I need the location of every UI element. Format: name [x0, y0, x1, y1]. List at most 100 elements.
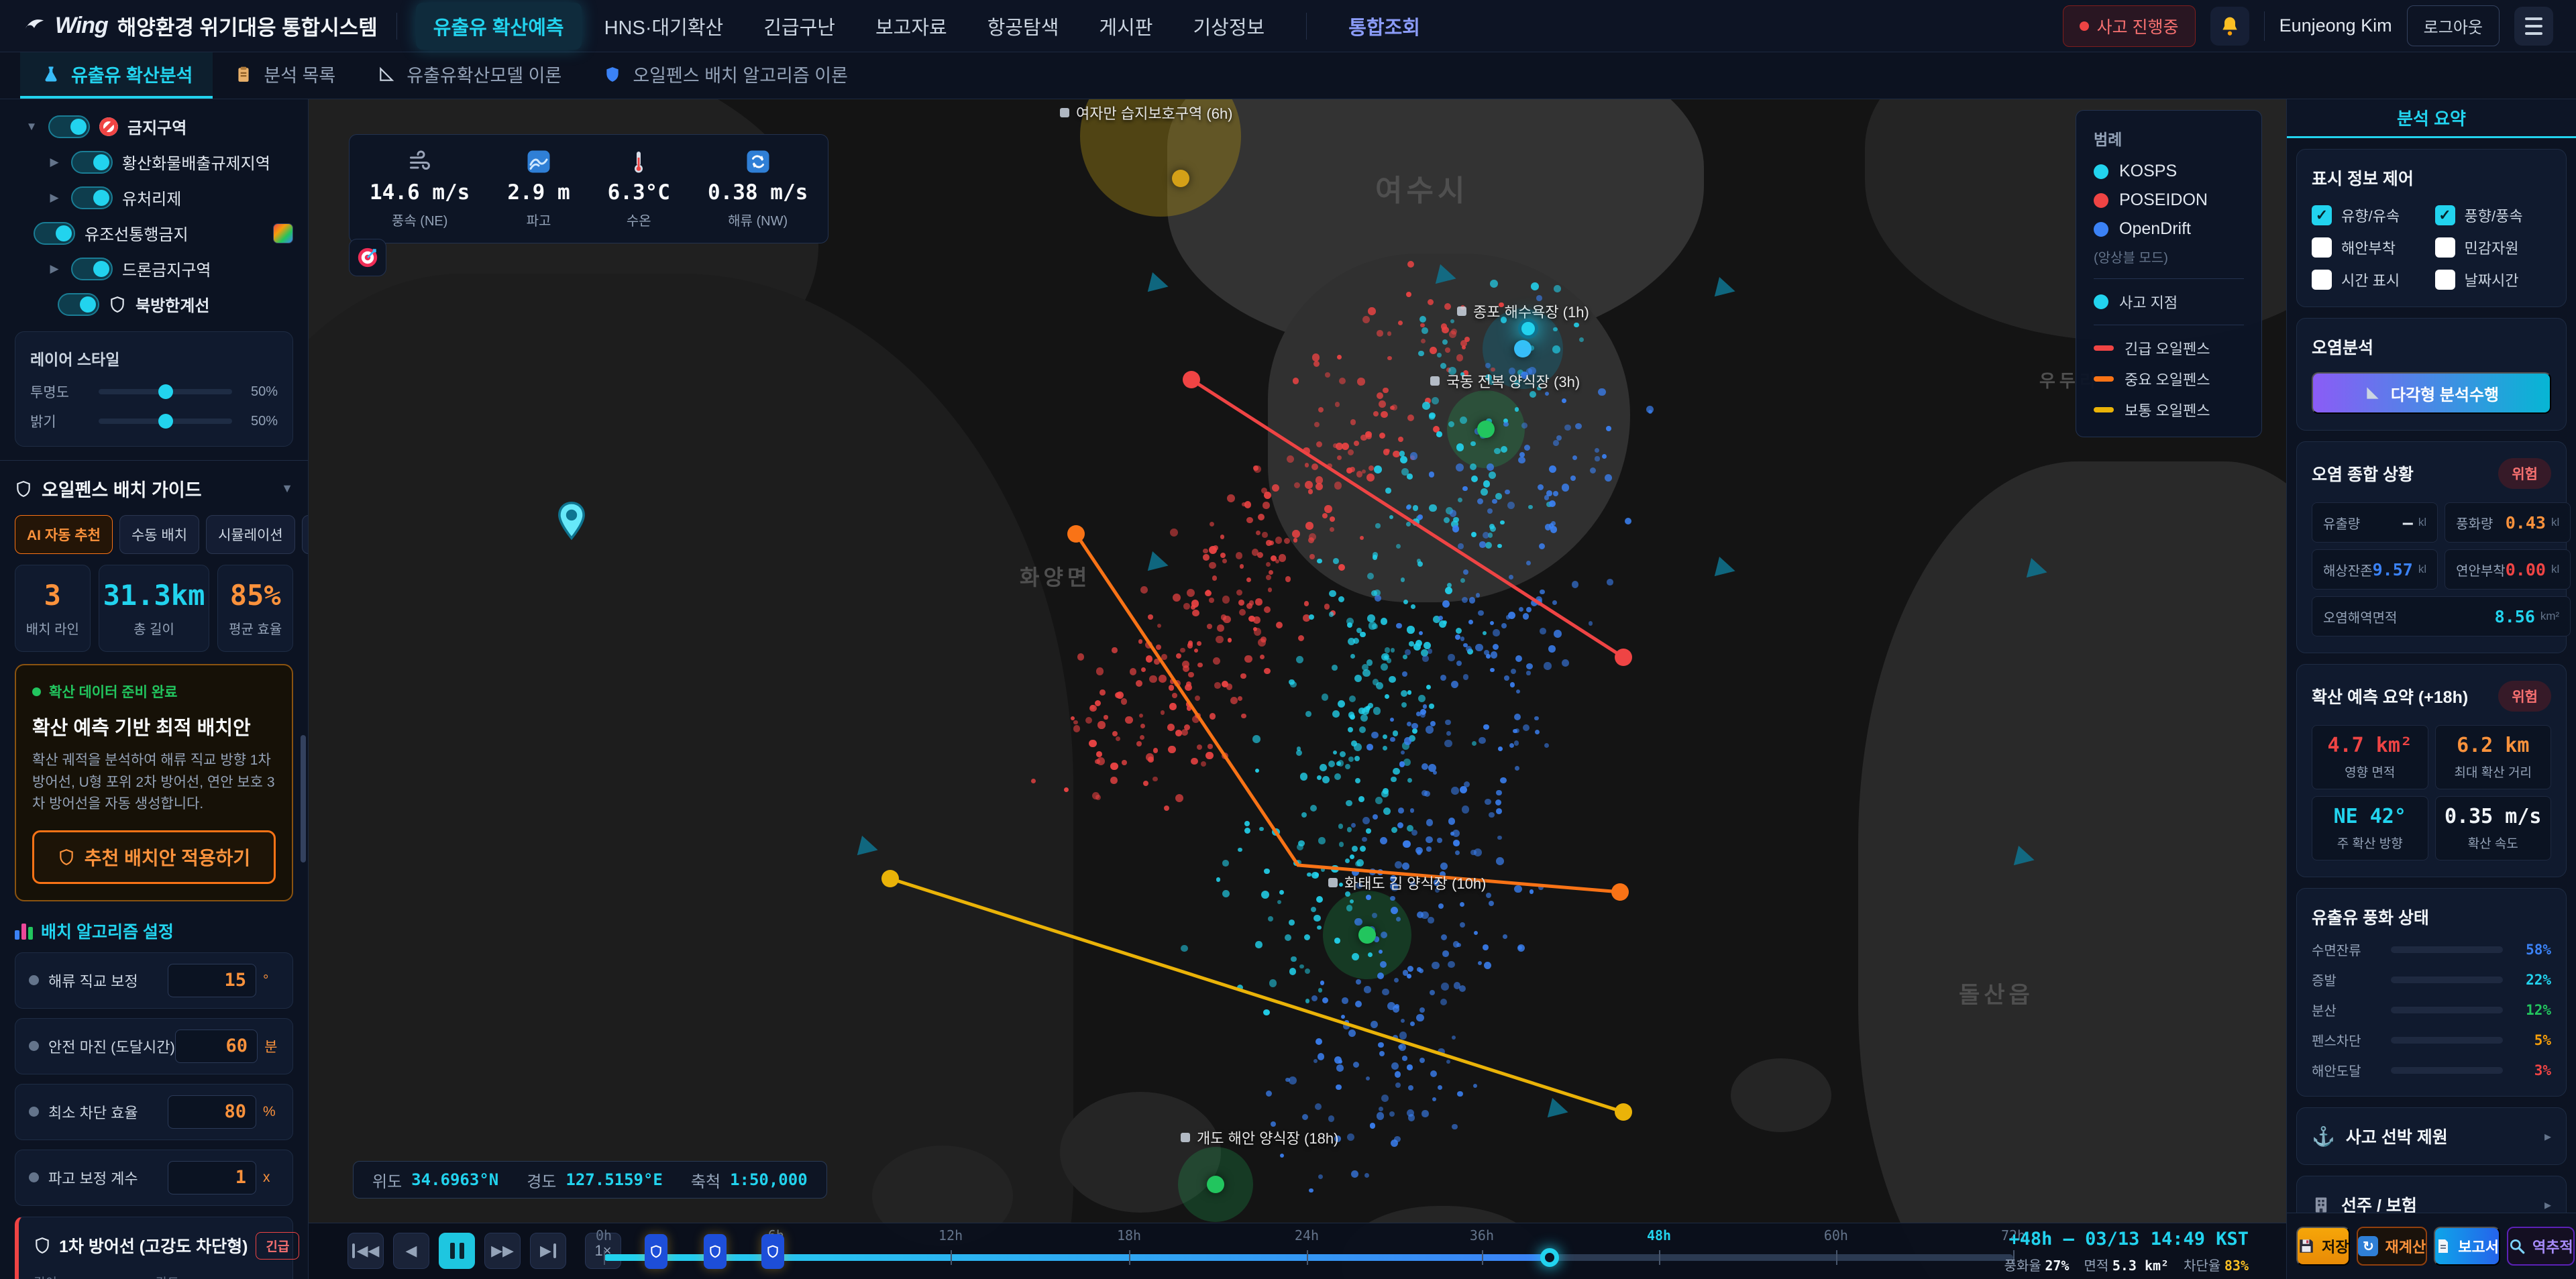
fence-deploy-marker[interactable] [761, 1234, 784, 1269]
brightness-slider[interactable] [99, 419, 232, 424]
site-marker[interactable] [1514, 340, 1532, 357]
caret-down-icon[interactable]: ▼ [24, 120, 39, 133]
caret-right-icon[interactable]: ▶ [47, 191, 62, 205]
setting-value-input[interactable]: 15 [168, 964, 256, 997]
timeline-marker[interactable] [1540, 1248, 1559, 1267]
layer-item-sox[interactable]: ▶ 황산화물배출규제지역 [15, 144, 293, 180]
fence-deploy-marker[interactable] [704, 1234, 727, 1269]
timeline-track[interactable]: 0h6h12h18h24h36h48h60h72h [604, 1223, 2013, 1279]
nav-integrated-search[interactable]: 통합조회 [1331, 3, 1438, 50]
checkbox-sensitive[interactable]: 민감자원 [2435, 237, 2552, 258]
mode-simulation[interactable]: 시뮬레이션 [206, 515, 295, 554]
tab-analysis-summary[interactable]: 분석 요약 [2287, 99, 2576, 138]
plan-title: 확산 예측 기반 최적 배치안 [32, 712, 276, 740]
nav-hns[interactable]: HNS·대기확산 [587, 3, 741, 50]
checkbox-current[interactable]: ✓유향/유속 [2312, 205, 2428, 226]
tab-analysis-list[interactable]: 분석 목록 [213, 52, 356, 99]
layer-item-tanker-ban[interactable]: 유조선통행금지 [15, 215, 293, 251]
setting-value-input[interactable]: 60 [175, 1030, 258, 1063]
sidebar-scrollbar[interactable] [301, 735, 306, 863]
fast-forward-button[interactable]: ▶▶ [484, 1233, 521, 1269]
layer-toggle[interactable] [58, 293, 99, 316]
brand-title: 해양환경 위기대응 통합시스템 [117, 11, 378, 41]
site-marker[interactable] [1358, 926, 1376, 944]
caret-right-icon[interactable]: ▶ [47, 262, 62, 276]
nav-reports[interactable]: 보고자료 [858, 3, 965, 50]
checkbox-datetime[interactable]: 날짜시간 [2435, 269, 2552, 290]
layer-toggle[interactable] [71, 186, 113, 209]
display-control-card: 표시 정보 제어 ✓유향/유속 ✓풍향/풍속 해안부착 민감자원 시간 표시 날… [2296, 149, 2567, 307]
target-tool-button[interactable] [349, 239, 386, 276]
timeline-info: +48h — 03/13 14:49 KST 풍화율 27% 면적 5.3 km… [2004, 1229, 2249, 1274]
incident-point-marker[interactable] [1518, 319, 1538, 339]
forecast-speed: 0.35 m/s확산 속도 [2435, 796, 2552, 860]
ship-spec-section[interactable]: ⚓ 사고 선박 제원▸ [2296, 1107, 2567, 1165]
checkbox-time[interactable]: 시간 표시 [2312, 269, 2428, 290]
layer-item-nll[interactable]: 북방한계선 [15, 286, 293, 322]
checkbox-coastal[interactable]: 해안부착 [2312, 237, 2428, 258]
nav-rescue[interactable]: 긴급구난 [746, 3, 853, 50]
site-label: 개도 해안 양식장 (18h) [1181, 1127, 1338, 1148]
timeline-bar: ◀◀ ◀ ▶▶ ▶ 1× 0h6h12h18h24h36h48h60h72h +… [309, 1223, 2286, 1279]
layer-toggle[interactable] [71, 151, 113, 174]
bar-chart-icon [15, 922, 33, 940]
layer-label: 유조선통행금지 [85, 221, 189, 245]
incident-status-badge[interactable]: 사고 진행중 [2063, 5, 2196, 47]
notifications-button[interactable] [2210, 7, 2249, 46]
clipboard-icon [233, 64, 254, 85]
nav-aerial[interactable]: 항공탐색 [970, 3, 1077, 50]
logo-text: Wing [55, 13, 108, 39]
menu-button[interactable] [2514, 7, 2553, 46]
logout-button[interactable]: 로그아웃 [2407, 5, 2500, 46]
weathering-card: 유출유 풍화 상태 수면잔류58% 증발22% 분산12% 펜스차단5% 해안도… [2296, 888, 2567, 1097]
skip-end-button[interactable]: ▶ [530, 1233, 566, 1269]
site-label: 화태도 김 양식장 (10h) [1328, 872, 1486, 893]
layer-toggle[interactable] [48, 115, 90, 138]
fence-guide-header[interactable]: 오일펜스 배치 가이드 ▼ [15, 476, 293, 502]
current-icon [708, 148, 808, 175]
mode-manual[interactable]: 수동 배치 [119, 515, 199, 554]
location-pin-icon[interactable] [557, 502, 586, 541]
report-button[interactable]: 보고서 [2434, 1227, 2500, 1266]
mode-reset[interactable]: 초기화 [302, 515, 309, 554]
mode-ai-recommend[interactable]: AI 자동 추천 [15, 515, 113, 554]
nav-board[interactable]: 게시판 [1081, 3, 1170, 50]
save-button[interactable]: 저장 [2296, 1227, 2350, 1266]
layer-item-drone-ban[interactable]: ▶ 드론금지구역 [15, 251, 293, 286]
tab-label: 유출유 확산분석 [71, 61, 193, 87]
site-marker[interactable] [1477, 421, 1495, 438]
site-label: 여자만 습지보호구역 (6h) [1060, 102, 1233, 123]
site-marker[interactable] [1207, 1176, 1224, 1193]
owner-insurance-section[interactable]: 선주 / 보험▸ [2296, 1176, 2567, 1213]
apply-plan-button[interactable]: 추천 배치안 적용하기 [32, 830, 276, 884]
backtrack-button[interactable]: 역추적 [2507, 1227, 2575, 1266]
caret-right-icon[interactable]: ▶ [47, 156, 62, 169]
fence-deploy-marker[interactable] [645, 1234, 667, 1269]
polygon-analysis-button[interactable]: 다각형 분석수행 [2312, 372, 2551, 414]
tab-fence-algorithm-theory[interactable]: 오일펜스 배치 알고리즘 이론 [582, 52, 868, 99]
nav-oil-spread[interactable]: 유출유 확산예측 [416, 3, 582, 50]
map-canvas[interactable]: 여수시화양면돌산읍우두리 여자만 습지보호구역 (6h)종포 해수욕장 (1h)… [309, 99, 2286, 1279]
magnifier-icon [2508, 1237, 2526, 1255]
pause-button[interactable] [439, 1233, 475, 1269]
tab-spread-analysis[interactable]: 유출유 확산분석 [20, 52, 213, 99]
layer-toggle[interactable] [71, 258, 113, 280]
site-marker[interactable] [1172, 170, 1189, 187]
setting-value-input[interactable]: 1 [168, 1161, 256, 1194]
weather-current: 0.38 m/s해류 (NW) [708, 148, 808, 229]
layer-group-restricted[interactable]: ▼ 금지구역 [15, 109, 293, 144]
tab-model-theory[interactable]: 유출유확산모델 이론 [356, 52, 582, 99]
layer-style-chip[interactable] [273, 223, 293, 243]
skip-start-button[interactable]: ◀◀ [347, 1233, 384, 1269]
checkbox-wind[interactable]: ✓풍향/풍속 [2435, 205, 2552, 226]
recalculate-button[interactable]: ↻ 재계산 [2357, 1227, 2427, 1266]
opacity-slider[interactable] [99, 389, 232, 394]
step-back-button[interactable]: ◀ [393, 1233, 429, 1269]
setting-value-input[interactable]: 80 [168, 1095, 256, 1129]
collapse-icon[interactable]: ▼ [281, 482, 293, 496]
timeline-tick-label: 60h [1824, 1227, 1848, 1243]
defense-line-card-1[interactable]: 1차 방어선 (고강도 차단형) 긴급 길이8043m 각도303° 차단 효율… [15, 1217, 293, 1279]
nav-weather[interactable]: 기상정보 [1175, 3, 1282, 50]
layer-item-dispersant[interactable]: ▶ 유처리제 [15, 180, 293, 215]
layer-toggle[interactable] [34, 222, 75, 245]
